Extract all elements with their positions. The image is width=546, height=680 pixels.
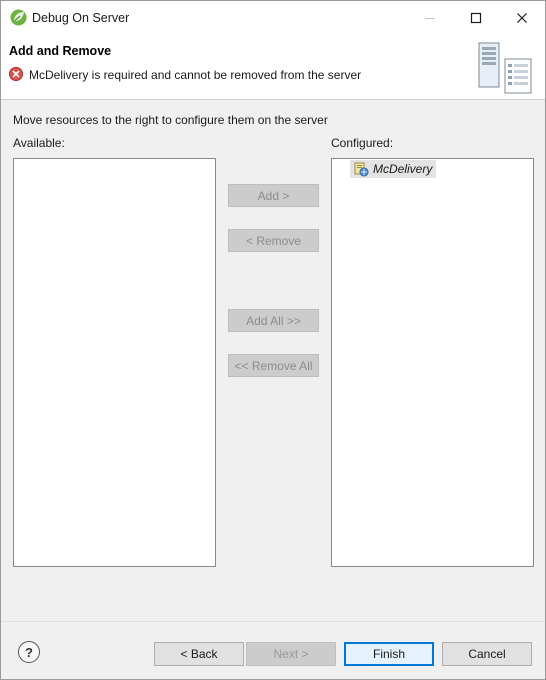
back-button[interactable]: < Back bbox=[154, 642, 244, 666]
add-all-button[interactable]: Add All >> bbox=[228, 309, 319, 332]
error-message: McDelivery is required and cannot be rem… bbox=[29, 68, 362, 82]
title-bar: Debug On Server bbox=[1, 1, 545, 35]
wizard-header: Add and Remove McDelivery is required an… bbox=[1, 35, 545, 100]
minimize-button[interactable] bbox=[407, 1, 453, 35]
close-button[interactable] bbox=[499, 1, 545, 35]
available-list[interactable] bbox=[13, 158, 216, 567]
dialog-window: Debug On Server Add and Remove McDeliver… bbox=[0, 0, 546, 680]
remove-button[interactable]: < Remove bbox=[228, 229, 319, 252]
list-item-label: McDelivery bbox=[373, 162, 433, 176]
maximize-button[interactable] bbox=[453, 1, 499, 35]
server-wizard-icon bbox=[475, 41, 535, 95]
help-button[interactable]: ? bbox=[18, 641, 40, 663]
help-icon: ? bbox=[25, 644, 33, 660]
footer-divider bbox=[1, 621, 545, 622]
cancel-button[interactable]: Cancel bbox=[442, 642, 532, 666]
maximize-icon bbox=[470, 12, 482, 24]
configured-label: Configured: bbox=[331, 136, 394, 150]
available-label: Available: bbox=[13, 136, 65, 150]
instruction-text: Move resources to the right to configure… bbox=[13, 113, 328, 127]
close-icon bbox=[517, 13, 527, 23]
page-title: Add and Remove bbox=[9, 44, 112, 58]
configured-list[interactable]: McDelivery bbox=[331, 158, 534, 567]
window-title: Debug On Server bbox=[32, 11, 130, 25]
finish-button[interactable]: Finish bbox=[344, 642, 434, 666]
next-button[interactable]: Next > bbox=[246, 642, 336, 666]
add-button[interactable]: Add > bbox=[228, 184, 319, 207]
list-item[interactable]: McDelivery bbox=[350, 160, 437, 178]
web-project-icon bbox=[353, 161, 369, 177]
spring-leaf-icon bbox=[10, 9, 27, 26]
remove-all-button[interactable]: << Remove All bbox=[228, 354, 319, 377]
error-icon bbox=[9, 67, 23, 81]
minimize-icon bbox=[425, 18, 435, 19]
